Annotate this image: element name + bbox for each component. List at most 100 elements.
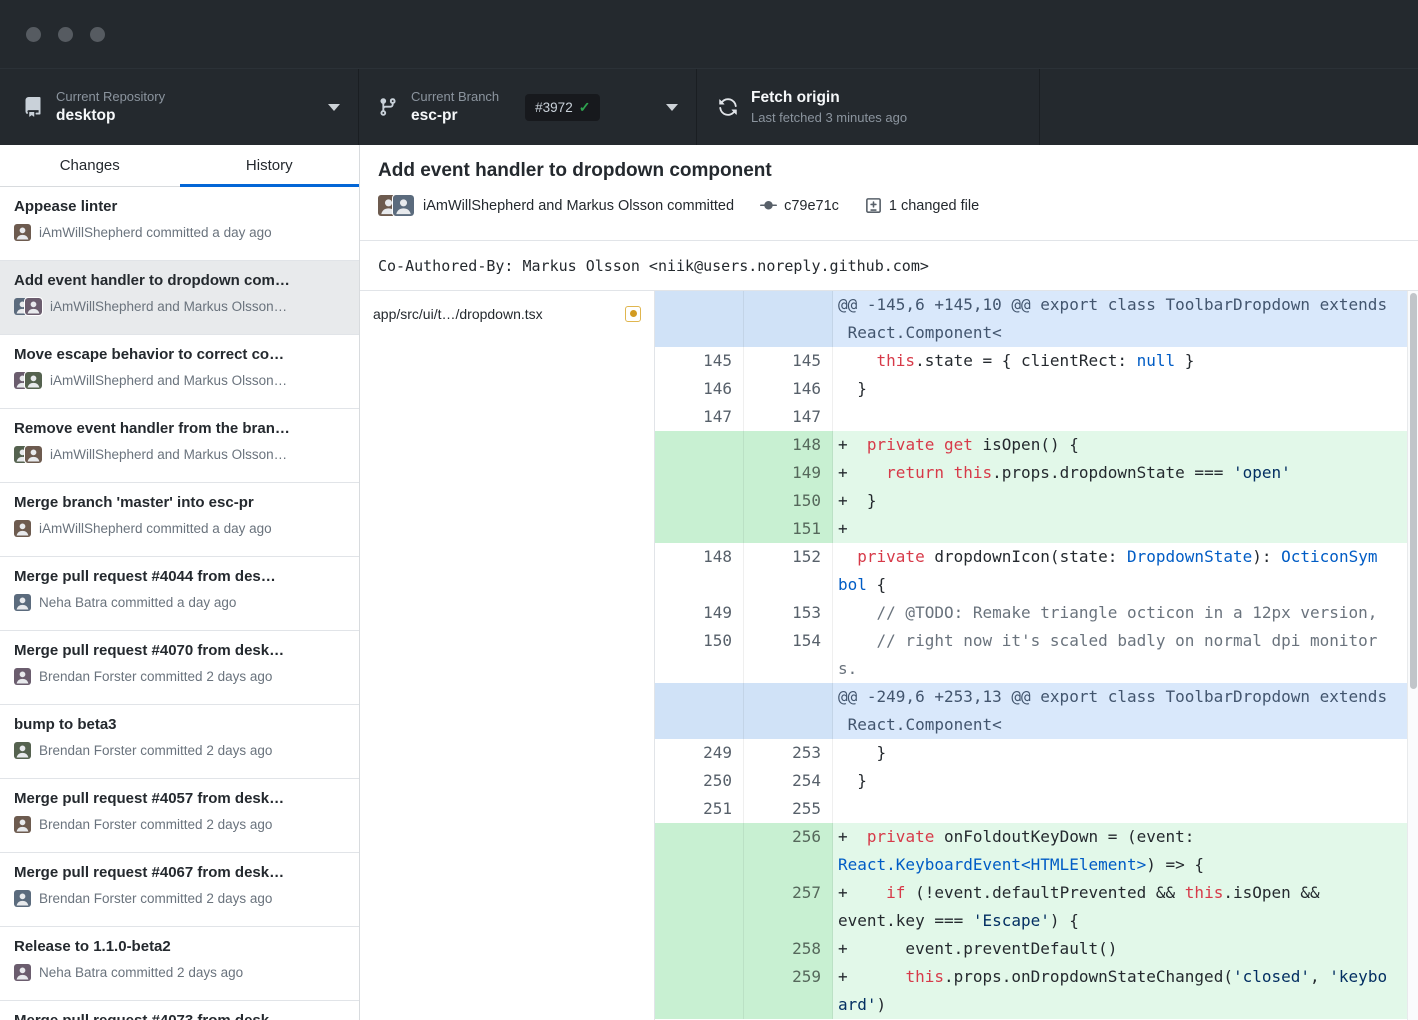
avatar	[14, 520, 31, 537]
commit-list-item[interactable]: Merge pull request #4044 from des…Neha B…	[0, 557, 359, 631]
diff-code-line: }	[833, 739, 1407, 767]
new-line-number	[744, 683, 833, 739]
new-line-number: 256	[744, 823, 833, 879]
new-line-number: 152	[744, 543, 833, 599]
tab-changes[interactable]: Changes	[0, 145, 180, 186]
commit-byline: iAmWillShepherd committed a day ago	[39, 521, 272, 536]
diff-code-line: // right now it's scaled badly on normal…	[833, 627, 1407, 683]
commit-list-item[interactable]: Merge pull request #4057 from desk…Brend…	[0, 779, 359, 853]
hunk-header-text: @@ -145,6 +145,10 @@ export class Toolba…	[838, 295, 1387, 342]
diff-code-line: }	[833, 767, 1407, 795]
avatar	[14, 668, 31, 685]
branch-switcher-button[interactable]: Current Branch esc-pr #3972 ✓	[359, 69, 697, 145]
diff-code-line	[833, 403, 1407, 431]
old-line-number: 149	[655, 599, 744, 627]
commit-meta: Brendan Forster committed 2 days ago	[14, 742, 345, 759]
diff-row: 149153 // @TODO: Remake triangle octicon…	[655, 599, 1407, 627]
old-line-number	[655, 823, 744, 879]
diff-row: 250254 }	[655, 767, 1407, 795]
scrollbar-thumb[interactable]	[1410, 293, 1417, 689]
commit-list-item[interactable]: Release to 1.1.0-beta2Neha Batra committ…	[0, 927, 359, 1001]
avatar	[14, 446, 42, 463]
diff-row: 146146 }	[655, 375, 1407, 403]
content: Changes History Appease linteriAmWillShe…	[0, 145, 1418, 1020]
repo-icon	[23, 97, 43, 117]
repository-switcher-button[interactable]: Current Repository desktop	[0, 69, 359, 145]
avatar	[14, 964, 31, 981]
diff-row: 148+ private get isOpen() {	[655, 431, 1407, 459]
commit-list-item[interactable]: Move escape behavior to correct co… iAmWi…	[0, 335, 359, 409]
new-line-number: 253	[744, 739, 833, 767]
git-branch-icon	[378, 97, 398, 117]
diff-code-line: @@ -249,6 +253,13 @@ export class Toolba…	[833, 683, 1407, 739]
main-panel: Add event handler to dropdown component …	[360, 145, 1418, 1020]
diff-row: 249253 }	[655, 739, 1407, 767]
diff-row: 257+ if (!event.defaultPrevented && this…	[655, 879, 1407, 935]
commit-list-item[interactable]: bump to beta3Brendan Forster committed 2…	[0, 705, 359, 779]
commit-byline: iAmWillShepherd and Markus Olsson…	[50, 447, 287, 462]
avatar	[14, 668, 31, 685]
old-line-number	[655, 515, 744, 543]
commit-description: Co-Authored-By: Markus Olsson <niik@user…	[360, 241, 1418, 291]
commit-list-item[interactable]: Merge pull request #4067 from desk…Brend…	[0, 853, 359, 927]
commit-byline: Neha Batra committed 2 days ago	[39, 965, 243, 980]
commit-title: Move escape behavior to correct co…	[14, 346, 345, 363]
commit-list-item[interactable]: Remove event handler from the bran…iAmWi…	[0, 409, 359, 483]
diff-code-line: +	[833, 515, 1407, 543]
diff-code-line: + private get isOpen() {	[833, 431, 1407, 459]
commit-list-item[interactable]: Appease linteriAmWillShepherd committed …	[0, 187, 359, 261]
minimize-button[interactable]	[58, 27, 73, 42]
new-line-number: 147	[744, 403, 833, 431]
fetch-origin-button[interactable]: Fetch origin Last fetched 3 minutes ago	[697, 69, 1040, 145]
commit-list-item[interactable]: Add event handler to dropdown com…iAmWil…	[0, 261, 359, 335]
zoom-button[interactable]	[90, 27, 105, 42]
diff-row: 258+ event.preventDefault()	[655, 935, 1407, 963]
file-diff-icon	[865, 197, 882, 214]
old-line-number	[655, 879, 744, 935]
avatar	[14, 594, 31, 611]
sync-icon	[718, 97, 738, 117]
old-line-number	[655, 963, 744, 1019]
old-line-number: 145	[655, 347, 744, 375]
commit-meta: Neha Batra committed a day ago	[14, 594, 345, 611]
window-controls	[26, 27, 105, 42]
sidebar: Changes History Appease linteriAmWillShe…	[0, 145, 360, 1020]
commit-list-item[interactable]: Merge pull request #4070 from desk…Brend…	[0, 631, 359, 705]
diff-row: 251255	[655, 795, 1407, 823]
hunk-header-text: @@ -249,6 +253,13 @@ export class Toolba…	[838, 687, 1387, 734]
diff-code-line	[833, 795, 1407, 823]
avatar	[14, 890, 31, 907]
commit-byline: Brendan Forster committed 2 days ago	[39, 669, 272, 684]
new-line-number: 145	[744, 347, 833, 375]
chevron-down-icon	[666, 104, 678, 111]
diff-code-line: + return this.props.dropdownState === 'o…	[833, 459, 1407, 487]
branch-label: Current Branch	[411, 89, 499, 104]
diff-scrollbar[interactable]	[1407, 291, 1418, 1020]
fetch-info: Fetch origin Last fetched 3 minutes ago	[751, 89, 907, 125]
commit-list-item[interactable]: Merge pull request #4073 from desk…Brend…	[0, 1001, 359, 1020]
commit-byline: iAmWillShepherd and Markus Olsson…	[50, 373, 287, 388]
pr-number: #3972	[535, 100, 573, 115]
toolbar-spacer	[1040, 69, 1418, 145]
diff-code-line: + }	[833, 487, 1407, 515]
diff-area: app/src/ui/t…/dropdown.tsx @@ -145,6 +14…	[360, 291, 1418, 1020]
tab-history[interactable]: History	[180, 145, 360, 186]
titlebar	[0, 0, 1418, 68]
commit-authors-group: iAmWillShepherd and Markus Olsson commit…	[378, 195, 734, 216]
changed-files-count: 1 changed file	[889, 198, 979, 214]
diff-row: @@ -145,6 +145,10 @@ export class Toolba…	[655, 291, 1407, 347]
commit-meta: Brendan Forster committed 2 days ago	[14, 668, 345, 685]
commit-meta: iAmWillShepherd and Markus Olsson…	[14, 446, 345, 463]
file-row[interactable]: app/src/ui/t…/dropdown.tsx	[360, 291, 654, 336]
git-commit-icon	[760, 197, 777, 214]
diff-row: @@ -249,6 +253,13 @@ export class Toolba…	[655, 683, 1407, 739]
close-button[interactable]	[26, 27, 41, 42]
commit-list-item[interactable]: Merge branch 'master' into esc-priAmWill…	[0, 483, 359, 557]
pull-request-badge[interactable]: #3972 ✓	[525, 94, 600, 121]
diff-code-line: + this.props.onDropdownStateChanged('clo…	[833, 963, 1407, 1019]
commit-sha: c79e71c	[784, 198, 839, 214]
old-line-number: 148	[655, 543, 744, 599]
new-line-number: 255	[744, 795, 833, 823]
diff-code-line: this.state = { clientRect: null }	[833, 347, 1407, 375]
branch-name: esc-pr	[411, 107, 499, 125]
